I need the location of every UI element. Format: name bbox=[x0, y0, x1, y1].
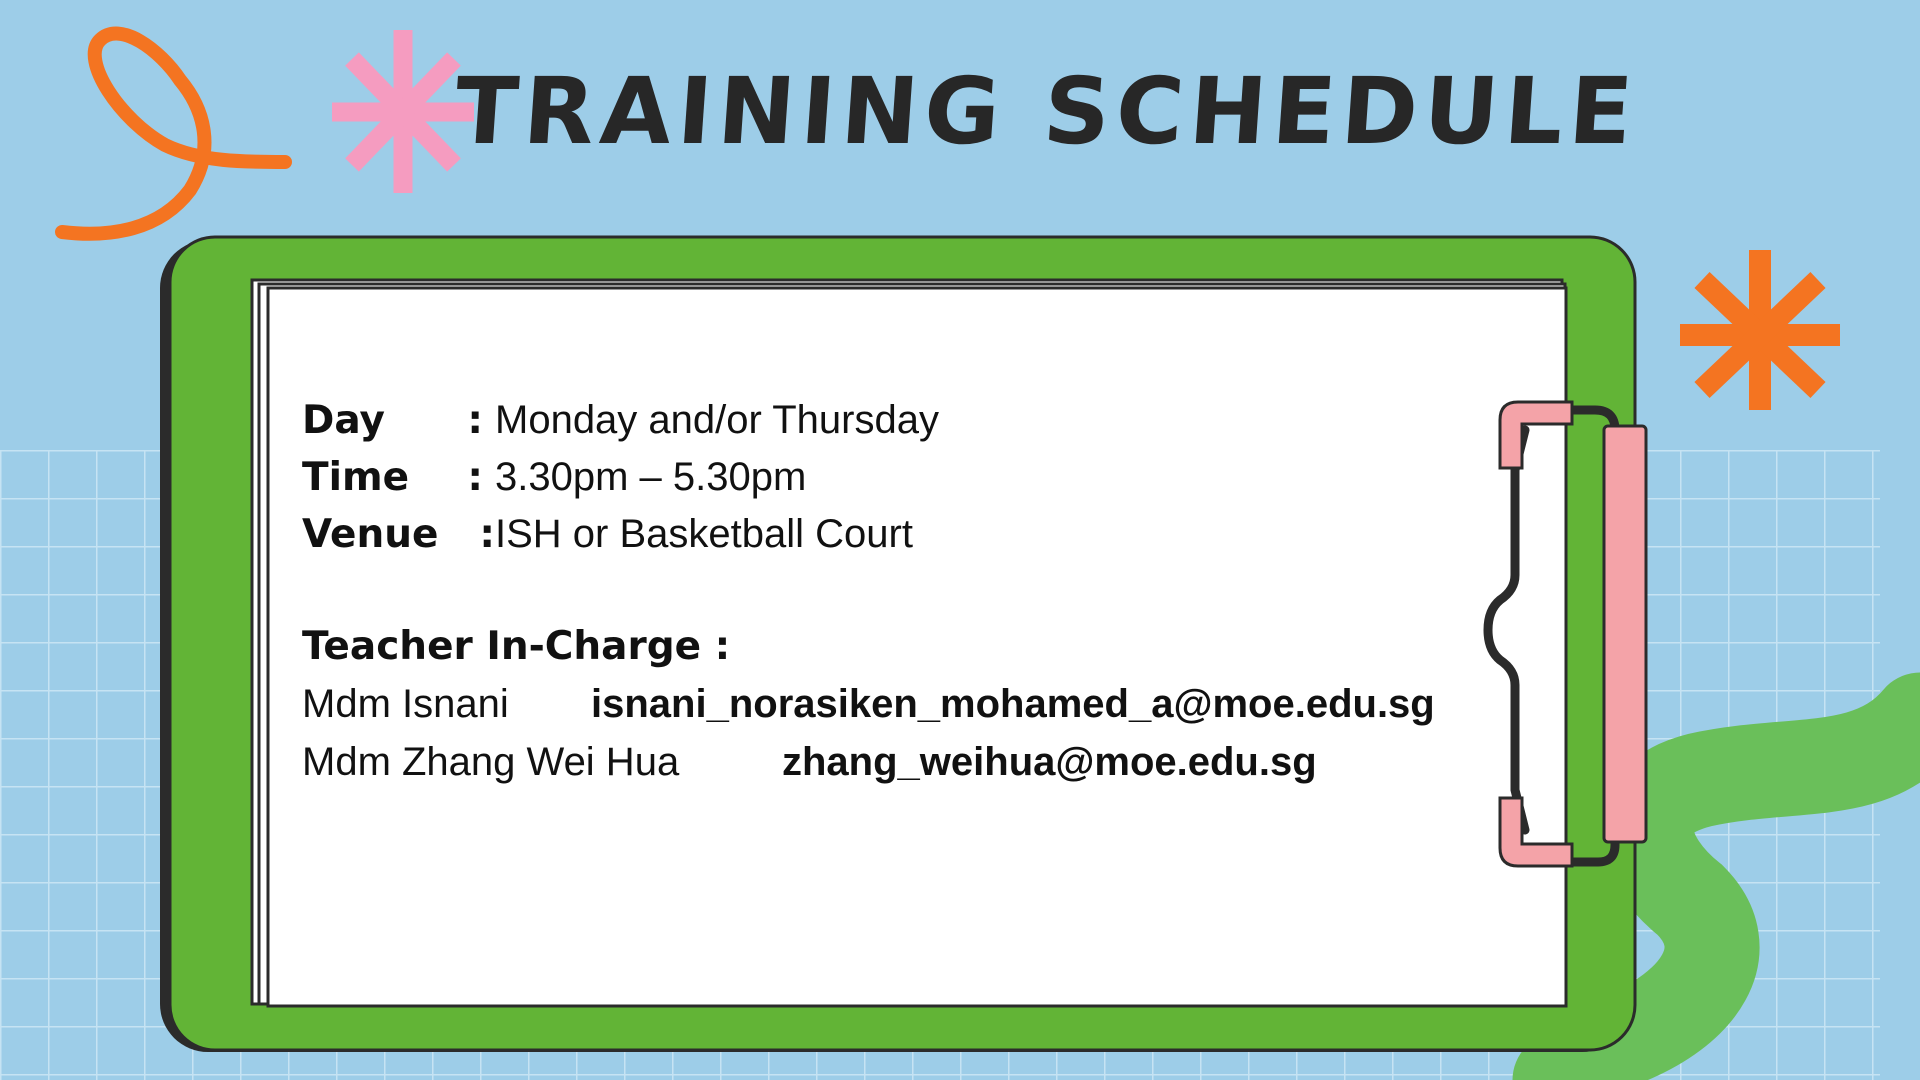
teacher-row: Mdm Isnani isnani_norasiken_mohamed_a@mo… bbox=[302, 682, 1502, 740]
teacher-name: Mdm Isnani bbox=[302, 682, 509, 726]
orange-squiggle-icon bbox=[55, 26, 292, 241]
day-label: Day bbox=[302, 398, 385, 443]
page-title: TRAINING SCHEDULE bbox=[451, 58, 1642, 165]
venue-label: Venue bbox=[302, 512, 439, 557]
schedule-content: Day : Monday and/or Thursday Time : 3.30… bbox=[302, 398, 1502, 798]
label-colon: : bbox=[479, 512, 495, 557]
day-value: Monday and/or Thursday bbox=[495, 398, 939, 442]
schedule-label: Venue : bbox=[302, 512, 495, 557]
teacher-heading: Teacher In-Charge : bbox=[302, 624, 731, 669]
orange-asterisk-icon bbox=[1680, 250, 1840, 410]
schedule-label: Day : bbox=[302, 398, 495, 443]
time-value: 3.30pm – 5.30pm bbox=[495, 455, 807, 499]
label-colon: : bbox=[467, 455, 483, 500]
schedule-row-day: Day : Monday and/or Thursday bbox=[302, 398, 1502, 455]
teacher-name: Mdm Zhang Wei Hua bbox=[302, 740, 680, 784]
schedule-label: Time : bbox=[302, 455, 495, 500]
pink-asterisk-icon bbox=[332, 30, 474, 193]
label-colon: : bbox=[467, 398, 483, 443]
teacher-email: zhang_weihua@moe.edu.sg bbox=[782, 740, 1317, 784]
teacher-email: isnani_norasiken_mohamed_a@moe.edu.sg bbox=[591, 682, 1435, 726]
schedule-row-venue: Venue : ISH or Basketball Court bbox=[302, 512, 1502, 569]
time-label: Time bbox=[302, 455, 410, 500]
schedule-row-time: Time : 3.30pm – 5.30pm bbox=[302, 455, 1502, 512]
teacher-row: Mdm Zhang Wei Hua zhang_weihua@moe.edu.s… bbox=[302, 740, 1502, 798]
venue-value: ISH or Basketball Court bbox=[495, 512, 913, 556]
